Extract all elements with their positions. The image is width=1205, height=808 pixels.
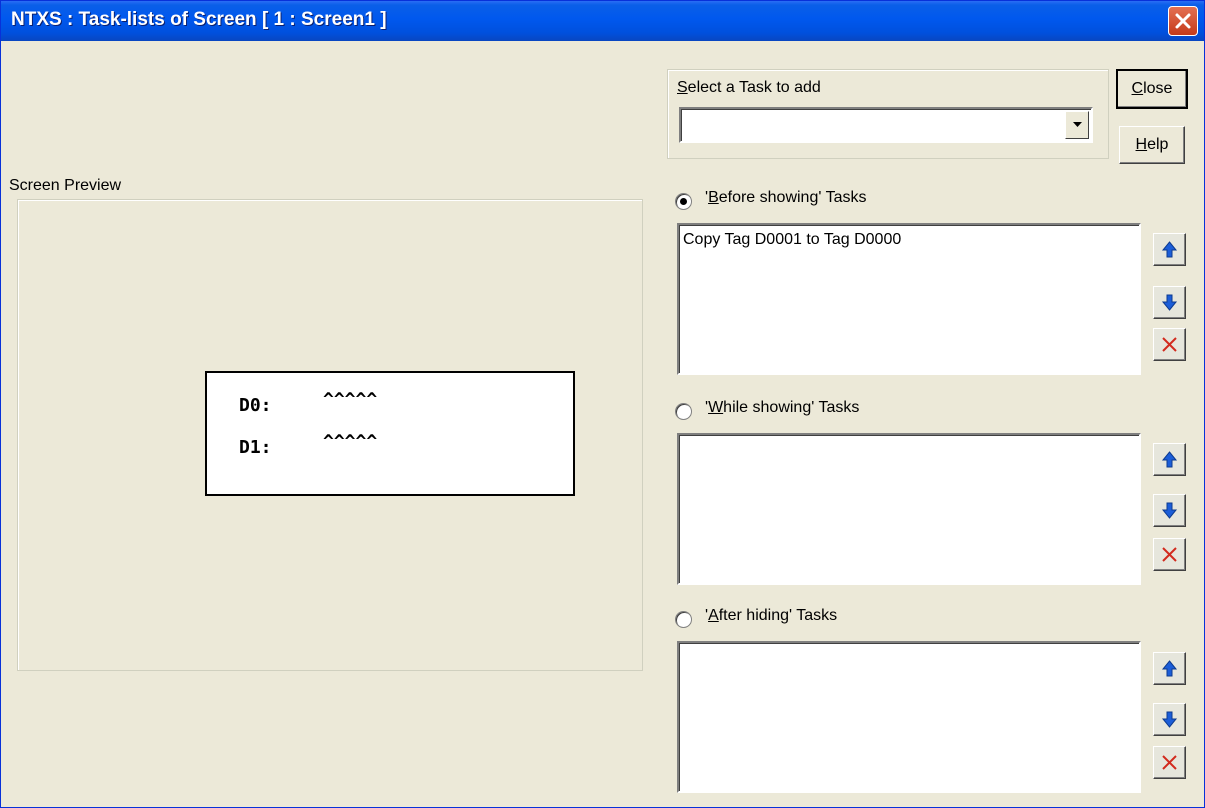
while-showing-list[interactable] (677, 433, 1141, 585)
arrow-up-icon (1161, 660, 1178, 677)
close-icon (1175, 13, 1191, 29)
radio-selected-dot (680, 198, 687, 205)
title-bar[interactable]: NTXS : Task-lists of Screen [ 1 : Screen… (1, 1, 1204, 41)
close-button[interactable]: Close (1116, 69, 1188, 109)
select-task-dropdown[interactable] (679, 107, 1093, 143)
while-move-up-button[interactable] (1153, 443, 1186, 476)
list-item[interactable]: Copy Tag D0001 to Tag D0000 (683, 231, 901, 249)
arrow-up-icon (1161, 451, 1178, 468)
preview-tag-d0: D0: (239, 395, 272, 416)
arrow-up-icon (1161, 241, 1178, 258)
after-move-down-button[interactable] (1153, 703, 1186, 736)
before-delete-button[interactable] (1153, 328, 1186, 361)
screen-preview-label: Screen Preview (9, 177, 122, 194)
delete-x-icon (1162, 755, 1177, 770)
preview-value-d1: ^^^^^ (323, 431, 378, 452)
after-move-up-button[interactable] (1153, 652, 1186, 685)
while-delete-button[interactable] (1153, 538, 1186, 571)
help-button[interactable]: Help (1119, 126, 1185, 164)
radio-while-showing[interactable] (675, 403, 692, 420)
preview-tag-d1: D1: (239, 437, 272, 458)
preview-value-d0: ^^^^^ (323, 389, 378, 410)
after-hiding-list[interactable] (677, 641, 1141, 793)
after-delete-button[interactable] (1153, 746, 1186, 779)
screen-preview: D0: ^^^^^ D1: ^^^^^ (205, 371, 575, 496)
before-showing-list[interactable]: Copy Tag D0001 to Tag D0000 (677, 223, 1141, 375)
radio-before-showing[interactable] (675, 193, 692, 210)
task-lists-dialog: NTXS : Task-lists of Screen [ 1 : Screen… (0, 0, 1205, 808)
title-close-button[interactable] (1168, 6, 1198, 36)
before-move-down-button[interactable] (1153, 286, 1186, 319)
after-hiding-label: 'After hiding' Tasks (705, 607, 838, 624)
arrow-down-icon (1161, 294, 1178, 311)
delete-x-icon (1162, 337, 1177, 352)
while-showing-label: 'While showing' Tasks (705, 399, 860, 416)
window-title: NTXS : Task-lists of Screen [ 1 : Screen… (11, 9, 387, 30)
before-showing-label: 'Before showing' Tasks (705, 189, 867, 206)
dropdown-button[interactable] (1065, 111, 1089, 139)
select-task-label: Select a Task to add (677, 79, 821, 96)
delete-x-icon (1162, 547, 1177, 562)
arrow-down-icon (1161, 502, 1178, 519)
radio-after-hiding[interactable] (675, 611, 692, 628)
arrow-down-icon (1161, 711, 1178, 728)
chevron-down-icon (1073, 122, 1082, 127)
before-move-up-button[interactable] (1153, 233, 1186, 266)
while-move-down-button[interactable] (1153, 494, 1186, 527)
